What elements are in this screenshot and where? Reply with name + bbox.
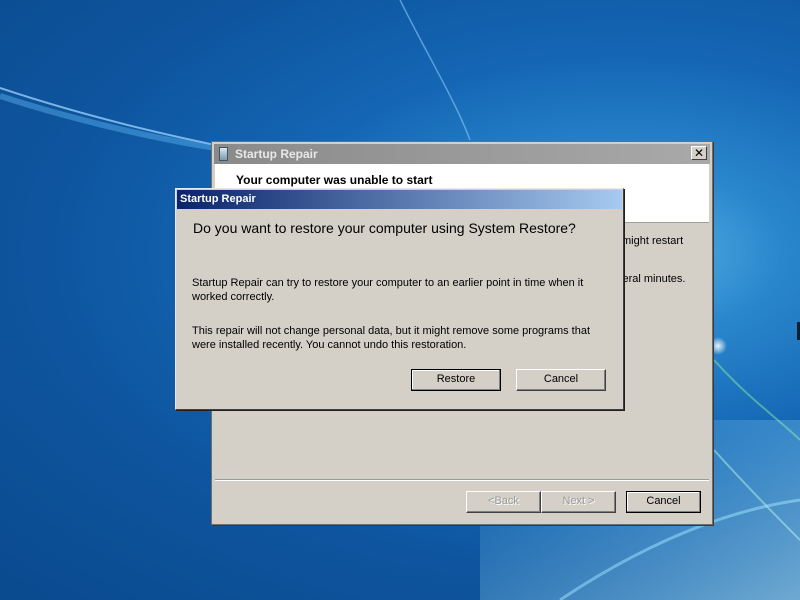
body-text-fragment: veral minutes. xyxy=(617,273,686,285)
startup-repair-icon xyxy=(219,147,228,161)
restore-dialog: Startup Repair Do you want to restore yo… xyxy=(175,188,624,410)
restore-button[interactable]: Restore xyxy=(411,369,501,391)
back-button[interactable]: <Back xyxy=(466,491,541,513)
footer-divider xyxy=(215,479,709,481)
next-button[interactable]: Next > xyxy=(541,491,616,513)
dialog-paragraph: This repair will not change personal dat… xyxy=(192,325,591,351)
header-title: Your computer was unable to start xyxy=(236,173,433,187)
close-button[interactable]: ✕ xyxy=(691,146,707,160)
dialog-question: Do you want to restore your computer usi… xyxy=(193,220,576,236)
dialog-titlebar[interactable]: Startup Repair xyxy=(177,190,622,209)
dialog-cancel-button[interactable]: Cancel xyxy=(516,369,606,391)
cancel-button[interactable]: Cancel xyxy=(626,491,701,513)
body-text-fragment: might restart xyxy=(622,235,684,247)
window-titlebar[interactable]: Startup Repair ✕ xyxy=(214,144,710,164)
dialog-paragraph: Startup Repair can try to restore your c… xyxy=(192,277,584,303)
dialog-title: Startup Repair xyxy=(180,193,256,205)
window-title: Startup Repair xyxy=(235,147,318,161)
